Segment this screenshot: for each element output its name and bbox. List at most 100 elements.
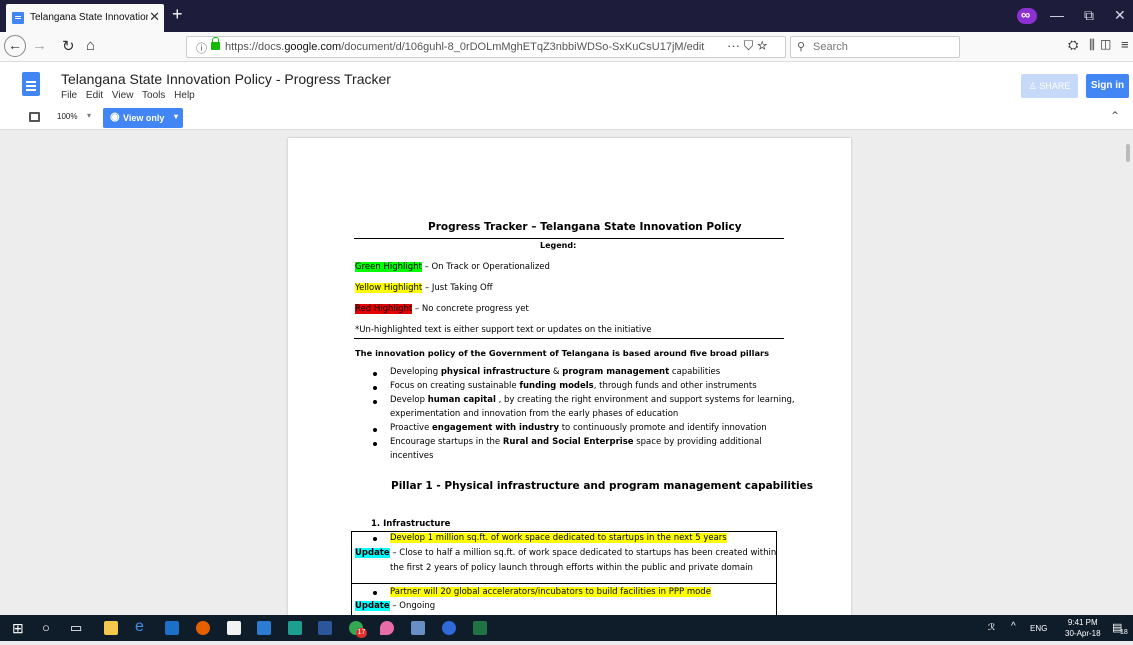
divider bbox=[354, 338, 784, 339]
menu-help[interactable]: Help bbox=[174, 90, 195, 101]
restore-button[interactable]: ⧉ bbox=[1084, 7, 1094, 24]
divider bbox=[354, 238, 784, 239]
print-icon[interactable] bbox=[29, 112, 40, 122]
forward-icon[interactable]: → bbox=[32, 37, 47, 54]
legend-label: Legend: bbox=[540, 241, 577, 250]
library-icon[interactable]: ⫼ bbox=[1089, 37, 1095, 53]
update-text: Update – Ongoing bbox=[355, 601, 436, 611]
menu-edit[interactable]: Edit bbox=[86, 90, 103, 101]
page-info-icon[interactable]: ⓘ bbox=[196, 40, 207, 56]
google-docs-logo-icon[interactable] bbox=[22, 72, 40, 96]
bullet-icon bbox=[373, 386, 377, 390]
person-icon: ♙ bbox=[1028, 81, 1040, 91]
eye-icon: ◉ bbox=[110, 111, 120, 123]
legend-green: Green Highlight – On Track or Operationa… bbox=[355, 262, 550, 272]
tab-title: Telangana State Innovation Pol bbox=[30, 12, 148, 23]
pillar-item: Focus on creating sustainable funding mo… bbox=[390, 381, 757, 391]
sign-in-button[interactable]: Sign in bbox=[1086, 74, 1129, 98]
new-tab-button[interactable]: + bbox=[172, 5, 183, 23]
update-text-continued: the first 2 years of policy launch throu… bbox=[390, 563, 753, 573]
windows-start-icon[interactable]: ⊞ bbox=[12, 620, 24, 636]
section-heading: 1. Infrastructure bbox=[371, 519, 451, 529]
word-icon[interactable] bbox=[318, 621, 332, 635]
docs-header: Telangana State Innovation Policy - Prog… bbox=[0, 62, 1133, 106]
task-view-icon[interactable]: ▭ bbox=[70, 620, 82, 636]
browser-title-bar: Telangana State Innovation Pol ✕ + — ⧉ ✕ bbox=[0, 0, 1133, 32]
url-bar[interactable]: ⓘ https://docs.google.com/document/d/106… bbox=[186, 36, 786, 58]
notification-count: 18 bbox=[1120, 629, 1128, 636]
edge-browser-icon[interactable]: e bbox=[135, 618, 144, 635]
private-browsing-icon bbox=[1017, 7, 1037, 24]
scrollbar[interactable] bbox=[1126, 144, 1130, 162]
document-heading: Progress Tracker – Telangana State Innov… bbox=[428, 221, 742, 233]
browser-nav-bar: ← → ↻ ⌂ ⓘ https://docs.google.com/docume… bbox=[0, 32, 1133, 62]
sidebar-toggle-icon[interactable]: ◫ bbox=[1100, 37, 1111, 51]
bullet-icon bbox=[373, 428, 377, 432]
pillar-item: Encourage startups in the Rural and Soci… bbox=[390, 437, 762, 447]
docs-toolbar: 100% ▾ ◉ View only ▾ ⌃ bbox=[0, 106, 1133, 130]
docs-menu-bar: File Edit View Tools Help bbox=[61, 90, 201, 101]
browser-tab[interactable]: Telangana State Innovation Pol ✕ bbox=[6, 4, 164, 32]
menu-file[interactable]: File bbox=[61, 90, 77, 101]
view-only-button[interactable]: ◉ View only ▾ bbox=[103, 108, 183, 128]
url-text[interactable]: https://docs.google.com/document/d/106gu… bbox=[225, 41, 704, 53]
zoom-dropdown-icon[interactable]: ▾ bbox=[87, 111, 91, 120]
maps-icon[interactable] bbox=[380, 621, 394, 635]
document-title[interactable]: Telangana State Innovation Policy - Prog… bbox=[61, 71, 391, 87]
update-text: Update – Close to half a million sq.ft. … bbox=[355, 548, 777, 558]
notification-badge: 17 bbox=[356, 628, 367, 638]
initiative-item: Partner will 20 global accelerators/incu… bbox=[390, 587, 711, 597]
lock-icon bbox=[211, 37, 220, 50]
document-page: Progress Tracker – Telangana State Innov… bbox=[288, 138, 851, 615]
zoom-select[interactable]: 100% bbox=[57, 112, 77, 121]
bullet-icon bbox=[373, 442, 377, 446]
bullet-icon bbox=[373, 591, 377, 595]
windows-taskbar: ⊞ ○ ▭ e 17 ℛ ^ ENG 9:41 PM 30-Apr-18 ▤ 1… bbox=[0, 615, 1133, 641]
search-placeholder: Search bbox=[813, 41, 848, 53]
home-icon[interactable]: ⌂ bbox=[86, 37, 95, 54]
collapse-menu-icon[interactable]: ⌃ bbox=[1110, 109, 1120, 123]
pillar-item-continued: incentives bbox=[390, 451, 434, 461]
app-icon[interactable] bbox=[288, 621, 302, 635]
reload-icon[interactable]: ↻ bbox=[62, 37, 75, 55]
tab-close-icon[interactable]: ✕ bbox=[149, 9, 160, 25]
excel-icon[interactable] bbox=[473, 621, 487, 635]
unhighlighted-note: *Un-highlighted text is either support t… bbox=[355, 325, 652, 335]
pillar-item: Developing physical infrastructure & pro… bbox=[390, 367, 721, 377]
firefox-icon[interactable] bbox=[196, 621, 210, 635]
bullet-icon bbox=[373, 400, 377, 404]
clock[interactable]: 9:41 PM 30-Apr-18 bbox=[1065, 617, 1101, 639]
search-icon: ⚲ bbox=[797, 41, 806, 53]
share-button[interactable]: ♙ SHARE bbox=[1021, 74, 1078, 98]
app-icon[interactable] bbox=[411, 621, 425, 635]
outlook-icon[interactable] bbox=[165, 621, 179, 635]
pillar-item: Develop human capital , by creating the … bbox=[390, 395, 795, 405]
search-input[interactable]: ⚲ Search bbox=[790, 36, 960, 58]
bullet-icon bbox=[373, 537, 377, 541]
document-canvas[interactable]: Progress Tracker – Telangana State Innov… bbox=[0, 130, 1133, 615]
menu-view[interactable]: View bbox=[112, 90, 134, 101]
close-window-button[interactable]: ✕ bbox=[1114, 7, 1126, 24]
people-icon[interactable]: ℛ bbox=[988, 622, 995, 638]
back-icon[interactable]: ← bbox=[4, 35, 26, 57]
legend-yellow: Yellow Highlight – Just Taking Off bbox=[355, 283, 493, 293]
pillars-intro: The innovation policy of the Government … bbox=[355, 348, 770, 358]
search-icon[interactable]: ○ bbox=[42, 620, 50, 636]
pillar1-heading: Pillar 1 - Physical infrastructure and p… bbox=[391, 480, 813, 492]
page-actions-menu[interactable]: ··· ⛉ ☆ bbox=[727, 38, 767, 54]
chevron-up-icon[interactable]: ^ bbox=[1011, 621, 1016, 637]
chevron-down-icon: ▾ bbox=[174, 112, 179, 121]
app-icon[interactable] bbox=[442, 621, 456, 635]
menu-tools[interactable]: Tools bbox=[142, 90, 165, 101]
store-icon[interactable] bbox=[227, 621, 241, 635]
minimize-button[interactable]: — bbox=[1050, 7, 1064, 23]
legend-red: Red Highlight – No concrete progress yet bbox=[355, 304, 529, 314]
file-explorer-icon[interactable] bbox=[104, 621, 118, 635]
bullet-icon bbox=[373, 372, 377, 376]
hamburger-menu-icon[interactable]: ≡ bbox=[1121, 37, 1129, 52]
pillar-item: Proactive engagement with industry to co… bbox=[390, 423, 767, 433]
app-icon[interactable] bbox=[257, 621, 271, 635]
language-indicator[interactable]: ENG bbox=[1030, 624, 1047, 640]
initiative-item: Develop 1 million sq.ft. of work space d… bbox=[390, 533, 727, 543]
translate-icon[interactable]: ⛭ bbox=[1068, 37, 1078, 53]
